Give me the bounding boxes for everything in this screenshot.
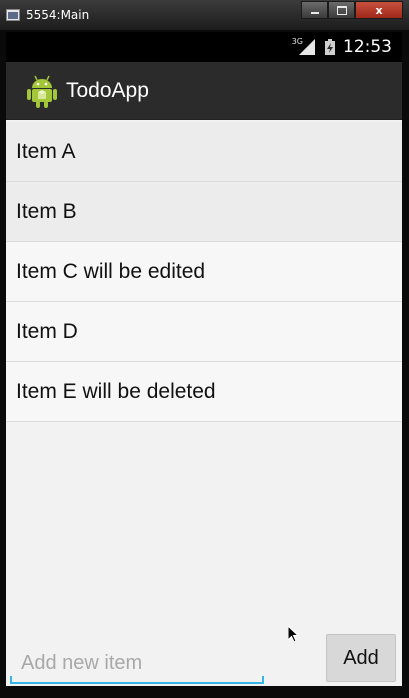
maximize-icon [336,5,347,15]
battery-charging-icon [325,39,335,55]
close-icon: x [375,3,383,17]
maximize-button[interactable] [328,1,355,19]
list-item-label: Item A [16,139,76,163]
add-button[interactable]: Add [326,634,396,682]
list-item[interactable]: Item A [6,122,402,182]
list-item-label: Item C will be edited [16,259,206,283]
network-type-label: 3G [291,36,303,46]
new-item-input[interactable] [10,644,264,684]
add-button-label: Add [343,646,379,669]
input-underline-tick [262,676,264,684]
app-title: TodoApp [66,79,149,102]
android-screen: 3G 12:53 TodoApp Item A Item B Item C wi… [6,32,402,686]
action-bar: TodoApp [6,62,402,120]
input-underline-tick [10,676,12,684]
list-item-label: Item D [16,319,78,343]
window-app-icon [6,9,20,21]
status-bar: 3G 12:53 [6,32,402,62]
status-icons: 3G 12:53 [292,32,392,62]
status-clock: 12:53 [343,37,392,57]
emulator-window: 5554:Main x 3G 12:53 TodoApp Item A Item… [0,0,409,698]
list-item[interactable]: Item B [6,182,402,242]
close-button[interactable]: x [355,1,403,19]
android-robot-icon[interactable] [24,73,60,109]
minimize-button[interactable] [301,1,328,19]
window-title: 5554:Main [26,8,90,22]
list-item[interactable]: Item E will be deleted [6,362,402,422]
list-item[interactable]: Item C will be edited [6,242,402,302]
list-item[interactable]: Item D [6,302,402,362]
list-item-label: Item E will be deleted [16,379,216,403]
minimize-icon [310,11,319,14]
mouse-pointer-icon [288,626,300,643]
todo-list: Item A Item B Item C will be edited Item… [6,122,402,422]
window-controls: x [301,1,403,21]
window-titlebar[interactable]: 5554:Main x [0,0,409,30]
list-item-label: Item B [16,199,77,223]
